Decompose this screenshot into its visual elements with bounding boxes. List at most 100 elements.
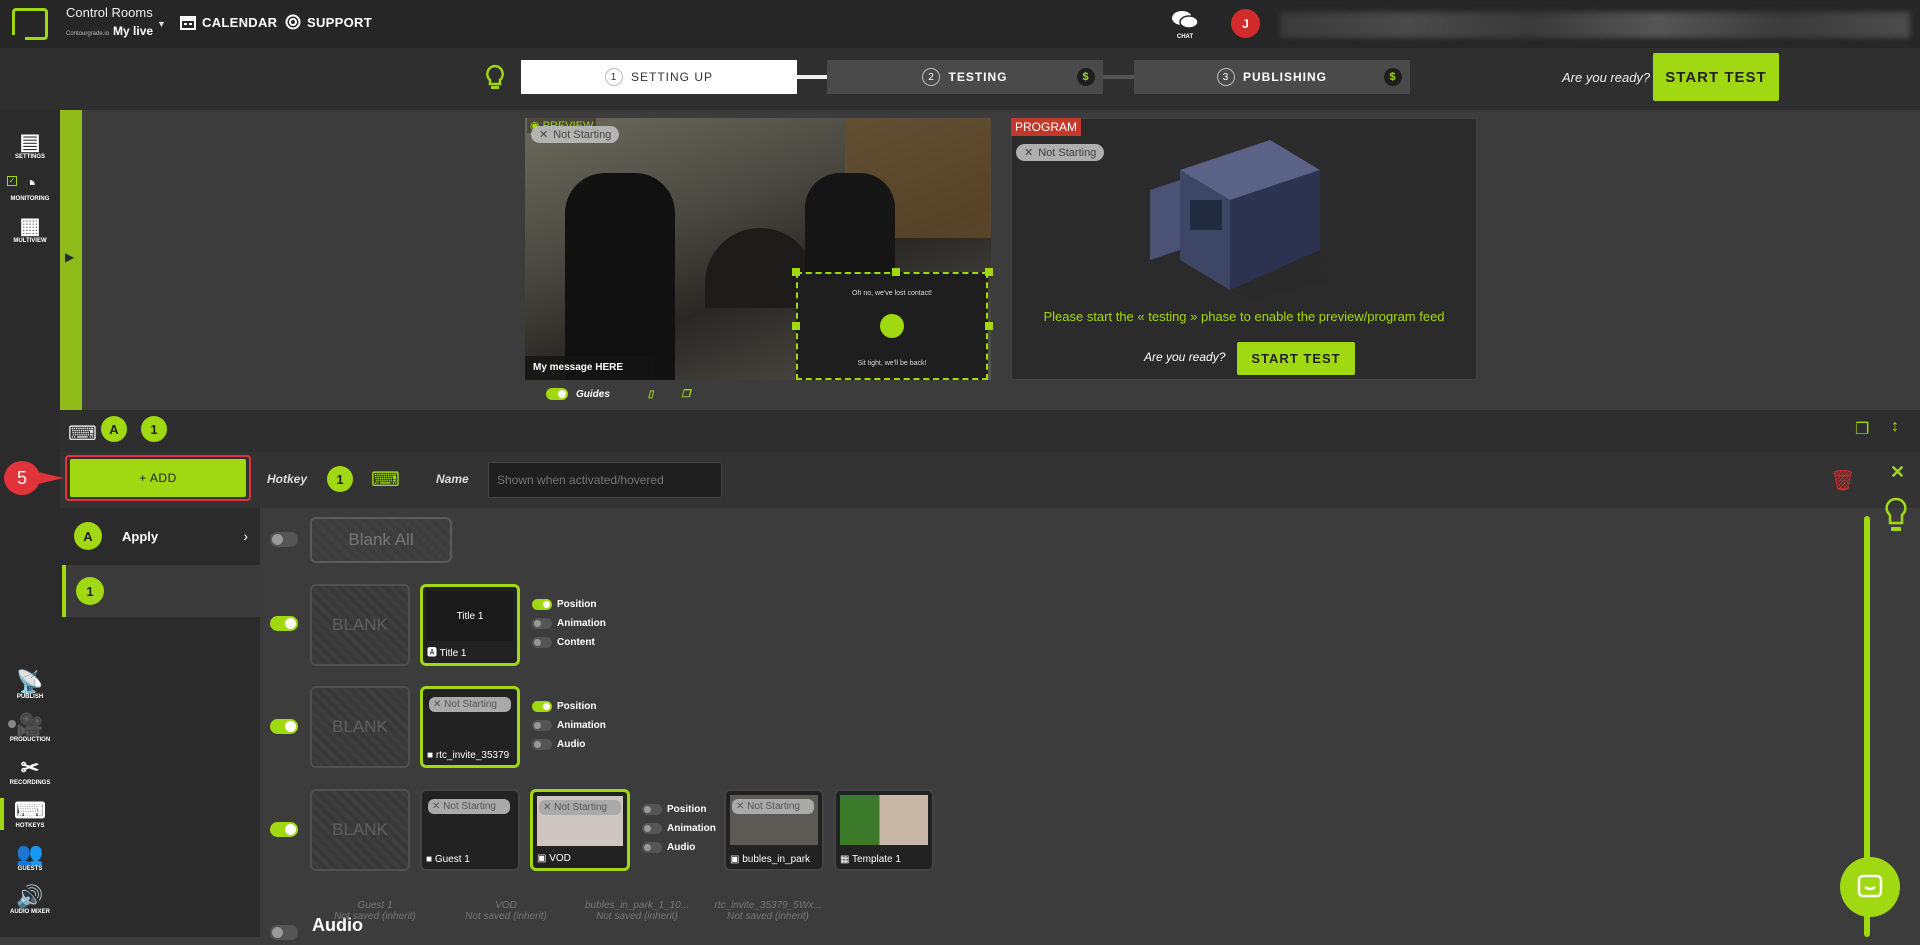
step-connector (1103, 75, 1134, 79)
blank-card[interactable]: BLANK (310, 686, 410, 768)
layers-icon[interactable]: ❐ (681, 389, 690, 400)
resize-handle[interactable] (892, 268, 900, 276)
row-toggle[interactable] (270, 719, 298, 739)
program-start-test-button[interactable]: START TEST (1237, 342, 1355, 375)
start-test-button[interactable]: START TEST (1653, 53, 1779, 101)
source-card[interactable]: Title 1 🅰 Title 1 (420, 584, 520, 666)
option-content[interactable]: Content (532, 633, 606, 652)
card-caption: ▦ Template 1 (840, 854, 901, 865)
blank-card[interactable]: BLANK (310, 584, 410, 666)
option-animation[interactable]: Animation (532, 716, 606, 735)
option-label: Animation (667, 823, 716, 834)
group-1-badge[interactable]: 1 (141, 416, 167, 442)
audio-column: Guest 1 Not saved (inherit) (315, 900, 435, 922)
blank-all-toggle[interactable] (270, 532, 298, 552)
guides-label: Guides (576, 388, 610, 400)
live-selector[interactable]: Contourgrade.io My live (66, 24, 153, 38)
toggle-switch (642, 823, 662, 834)
lost-contact-overlay[interactable]: Oh no, we've lost contact! Sit tight, we… (796, 272, 988, 380)
overlay-bottom-text: Sit tight, we'll be back! (857, 360, 927, 367)
chevron-down-icon[interactable]: ▼ (157, 19, 166, 29)
rail-guests[interactable]: 👥 GUESTS (2, 842, 58, 873)
rail-multiview[interactable]: ▦ MULTIVIEW (2, 214, 58, 245)
name-input[interactable] (488, 462, 722, 498)
toggle-switch (532, 720, 552, 731)
guides-toggle[interactable] (546, 388, 568, 400)
lightbulb-icon[interactable] (1885, 497, 1907, 539)
broadcast-icon: 📡 (16, 669, 44, 694)
caption-text: Title 1 (439, 648, 467, 659)
row-toggle[interactable] (270, 925, 298, 945)
blank-all-button[interactable]: Blank All (310, 517, 452, 563)
audio-column: rtc_invite_35379_5Wx... Not saved (inheri… (708, 900, 828, 922)
row-toggle[interactable] (270, 616, 298, 636)
rail-audio-mixer[interactable]: 🔊 AUDIO MIXER (2, 885, 58, 916)
resize-handle[interactable] (985, 268, 993, 276)
expand-vertical-icon[interactable]: ↕ (1891, 418, 1899, 436)
apply-row[interactable]: A Apply › (62, 516, 258, 556)
user-avatar[interactable]: J (1231, 9, 1260, 38)
lightbulb-icon[interactable] (484, 64, 506, 90)
resize-handle[interactable] (985, 322, 993, 330)
blank-card[interactable]: BLANK (310, 789, 410, 871)
close-icon[interactable]: ✕ (1890, 462, 1905, 483)
support-link[interactable]: SUPPORT (285, 14, 372, 30)
scissors-icon: ✂ (20, 755, 40, 780)
step-publishing[interactable]: 3 PUBLISHING $ (1134, 60, 1410, 94)
source-card[interactable]: ✕ Not Starting ■ Guest 1 (420, 789, 520, 871)
chevron-right-icon: ▶ (65, 250, 75, 264)
calendar-link[interactable]: CALENDAR (180, 14, 277, 30)
hotkey-value-badge[interactable]: 1 (327, 466, 353, 492)
toggle-switch (270, 925, 298, 940)
audio-col-name: VOD (495, 900, 517, 911)
source-card[interactable]: ✕ Not Starting ▣ VOD (530, 789, 630, 871)
step-label: SETTING UP (630, 70, 713, 84)
rail-label: RECORDINGS (9, 780, 51, 786)
option-audio[interactable]: Audio (642, 838, 716, 857)
keyboard-icon[interactable]: ⌨ (68, 421, 97, 446)
step-number: 1 (604, 68, 623, 86)
hotkey-list-item[interactable]: 1 (62, 565, 260, 617)
rail-hotkeys[interactable]: ⌨ HOTKEYS (2, 799, 58, 830)
audio-col-name: bubles_in_park_1_10... (585, 900, 689, 911)
monitoring-checkbox[interactable]: ✓ (7, 176, 17, 186)
close-icon: ✕ (432, 801, 444, 812)
rail-production[interactable]: 🎥 PRODUCTION (2, 713, 58, 744)
step-testing[interactable]: 2 TESTING $ (827, 60, 1103, 94)
program-message: Please start the « testing » phase to en… (1043, 309, 1445, 324)
trash-icon[interactable]: 🗑 (1830, 468, 1855, 493)
option-position[interactable]: Position (642, 800, 716, 819)
add-button[interactable]: + ADD (70, 459, 246, 497)
close-icon: ✕ (539, 129, 549, 141)
option-animation[interactable]: Animation (532, 614, 606, 633)
rail-label: HOTKEYS (15, 823, 45, 829)
app-logo[interactable] (11, 8, 48, 41)
chat-label: CHAT (1176, 34, 1194, 40)
rail-publish[interactable]: 📡 PUBLISH (2, 669, 58, 701)
source-card[interactable]: ▦ Template 1 (834, 789, 934, 871)
row-toggle[interactable] (270, 822, 298, 842)
option-position[interactable]: Position (532, 697, 606, 716)
resize-handle[interactable] (792, 268, 800, 276)
option-audio[interactable]: Audio (532, 735, 606, 754)
mobile-icon[interactable]: ▯ (648, 389, 654, 400)
support-chat-button[interactable] (1840, 857, 1900, 917)
hotkey-bar (60, 410, 1920, 452)
group-a-badge[interactable]: A (101, 416, 127, 442)
layers-icon[interactable]: ❐ (1855, 419, 1869, 439)
resize-handle[interactable] (792, 322, 800, 330)
logo-ball-icon (880, 314, 904, 338)
collapse-strip[interactable]: ▶ (60, 110, 82, 410)
option-position[interactable]: Position (532, 595, 606, 614)
status-text: Not Starting (553, 128, 612, 141)
step-setting-up[interactable]: 1 SETTING UP (521, 60, 797, 94)
option-animation[interactable]: Animation (642, 819, 716, 838)
source-card[interactable]: ✕ Not Starting ▣ bubles_in_park (724, 789, 824, 871)
rail-recordings[interactable]: ✂ RECORDINGS (2, 755, 58, 787)
rail-settings[interactable]: ▤ SETTINGS (2, 130, 58, 161)
chat-button[interactable]: CHAT (1170, 8, 1200, 40)
source-card[interactable]: ✕ Not Starting ■ rtc_invite_35379 (420, 686, 520, 768)
message-overlay[interactable]: My message HERE (525, 356, 655, 380)
keyboard-icon[interactable]: ⌨ (371, 467, 400, 492)
control-rooms-title[interactable]: Control Rooms (66, 5, 153, 20)
